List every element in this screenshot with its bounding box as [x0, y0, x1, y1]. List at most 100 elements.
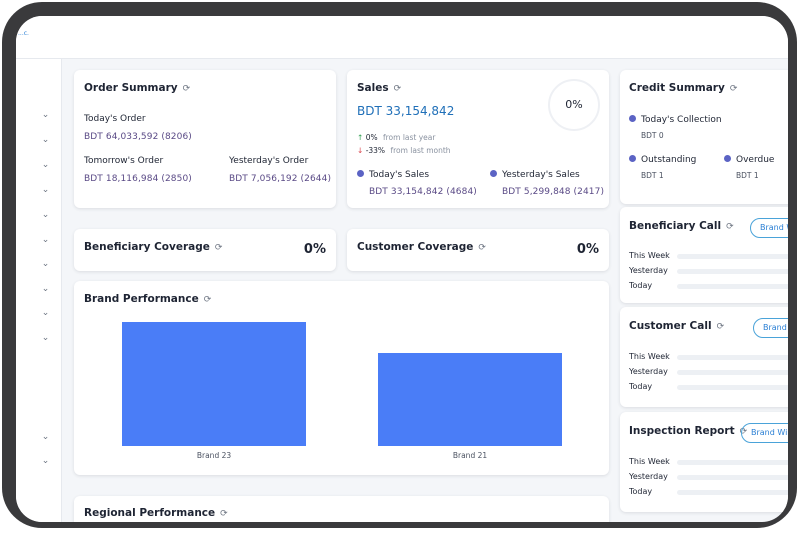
chevron-down-icon[interactable]: ⌄ — [41, 136, 50, 145]
beneficiary-coverage-value: 0% — [303, 242, 326, 257]
sales-progress-ring: 0% — [548, 79, 600, 131]
tomorrows-order-label: Tomorrow's Order — [84, 156, 164, 166]
progress-bar — [677, 460, 788, 465]
beneficiary-call-title: Beneficiary Call ⟳ — [629, 220, 734, 232]
refresh-icon[interactable]: ⟳ — [730, 84, 738, 94]
todays-order-label: Today's Order — [84, 114, 146, 124]
chart-category-label: Brand 21 — [452, 451, 488, 460]
refresh-icon[interactable]: ⟳ — [726, 222, 734, 232]
legend-dot — [629, 155, 636, 162]
yesterday-label: Yesterday — [629, 367, 668, 376]
legend-dot — [357, 170, 364, 177]
yesterday-label: Yesterday — [629, 266, 668, 275]
brand-filter-dropdown[interactable]: Brand W — [750, 218, 788, 238]
app-screen: ...c. ⌄ ⌄ ⌄ ⌄ ⌄ ⌄ ⌄ ⌄ ⌄ ⌄ ⌄ ⌄ Order Summ… — [16, 16, 788, 522]
chevron-down-icon[interactable]: ⌄ — [41, 111, 50, 120]
refresh-icon[interactable]: ⟳ — [183, 84, 191, 94]
top-bar: ...c. — [16, 16, 788, 59]
chevron-down-icon[interactable]: ⌄ — [41, 186, 50, 195]
chevron-down-icon[interactable]: ⌄ — [41, 260, 50, 269]
chart-category-label: Brand 23 — [196, 451, 232, 460]
progress-bar — [677, 284, 788, 289]
todays-sales-value: BDT 33,154,842 (4684) — [369, 187, 477, 197]
tomorrows-order-value: BDT 18,116,984 (2850) — [84, 174, 192, 184]
legend-dot — [629, 115, 636, 122]
sales-card: Sales ⟳ BDT 33,154,842 0% ↑ 0% from last … — [347, 70, 609, 208]
sales-total: BDT 33,154,842 — [357, 104, 455, 118]
arrow-down-icon: ↓ — [357, 146, 364, 155]
overdue-label: Overdue — [724, 155, 774, 165]
customer-coverage-value: 0% — [576, 242, 599, 257]
brand-filter-dropdown[interactable]: Brand — [753, 318, 788, 338]
progress-bar — [677, 254, 788, 259]
logo[interactable]: ...c. — [18, 30, 29, 37]
sales-title: Sales ⟳ — [357, 82, 402, 94]
this-week-label: This Week — [629, 457, 670, 466]
refresh-icon[interactable]: ⟳ — [478, 243, 486, 253]
tablet-frame: ...c. ⌄ ⌄ ⌄ ⌄ ⌄ ⌄ ⌄ ⌄ ⌄ ⌄ ⌄ ⌄ Order Summ… — [2, 2, 797, 528]
chevron-down-icon[interactable]: ⌄ — [41, 433, 50, 442]
regional-performance-card: Regional Performance ⟳ — [74, 496, 609, 522]
last-month-change: ↓ -33% from last month — [357, 146, 451, 155]
arrow-up-icon: ↑ — [357, 133, 364, 142]
outstanding-label: Outstanding — [629, 155, 696, 165]
credit-summary-title: Credit Summary ⟳ — [629, 82, 738, 94]
this-week-label: This Week — [629, 352, 670, 361]
refresh-icon[interactable]: ⟳ — [394, 84, 402, 94]
overdue-value: BDT 1 — [736, 171, 759, 180]
chart-bar[interactable] — [122, 322, 306, 446]
beneficiary-call-card: Beneficiary Call⟳ Brand W This Week Yest… — [620, 207, 788, 303]
customer-coverage-title: Customer Coverage ⟳ — [357, 241, 486, 253]
inspection-report-title: Inspection Report ⟳ — [629, 425, 748, 437]
brand-performance-chart: Brand 23 Brand 21 — [74, 281, 609, 475]
progress-bar — [677, 490, 788, 495]
beneficiary-coverage-card: Beneficiary Coverage ⟳ 0% — [74, 229, 336, 271]
order-summary-title: Order Summary ⟳ — [84, 82, 191, 94]
yesterday-label: Yesterday — [629, 472, 668, 481]
inspection-report-card: Inspection Report ⟳ Brand Wi This Week Ye… — [620, 412, 788, 512]
progress-bar — [677, 370, 788, 375]
today-label: Today — [629, 382, 653, 391]
todays-sales-label: Today's Sales — [357, 170, 429, 180]
credit-summary-card: Credit Summary ⟳ Today's Collection BDT 0… — [620, 70, 788, 204]
yesterdays-sales-label: Yesterday's Sales — [490, 170, 580, 180]
todays-order-value: BDT 64,033,592 (8206) — [84, 132, 192, 142]
brand-performance-card: Brand Performance ⟳ Brand 23 Brand 21 — [74, 281, 609, 475]
chevron-down-icon[interactable]: ⌄ — [41, 334, 50, 343]
brand-filter-dropdown[interactable]: Brand Wi — [741, 423, 788, 443]
customer-call-title: Customer Call ⟳ — [629, 320, 725, 332]
legend-dot — [724, 155, 731, 162]
sales-ring-percent: 0% — [565, 98, 583, 111]
regional-performance-title: Regional Performance ⟳ — [84, 507, 228, 519]
chevron-down-icon[interactable]: ⌄ — [41, 285, 50, 294]
this-week-label: This Week — [629, 251, 670, 260]
progress-bar — [677, 355, 788, 360]
refresh-icon[interactable]: ⟳ — [220, 509, 228, 519]
beneficiary-coverage-title: Beneficiary Coverage ⟳ — [84, 241, 223, 253]
yesterdays-sales-value: BDT 5,299,848 (2417) — [502, 187, 605, 197]
sidebar: ⌄ ⌄ ⌄ ⌄ ⌄ ⌄ ⌄ ⌄ ⌄ ⌄ ⌄ ⌄ — [16, 59, 62, 522]
refresh-icon[interactable]: ⟳ — [215, 243, 223, 253]
yesterdays-order-label: Yesterday's Order — [229, 156, 309, 166]
last-year-change: ↑ 0% from last year — [357, 133, 436, 142]
today-label: Today — [629, 487, 653, 496]
outstanding-value: BDT 1 — [641, 171, 664, 180]
customer-call-card: Customer Call ⟳ Brand This Week Yesterday… — [620, 307, 788, 407]
todays-collection-value: BDT 0 — [641, 131, 664, 140]
chevron-down-icon[interactable]: ⌄ — [41, 457, 50, 466]
progress-bar — [677, 475, 788, 480]
chevron-down-icon[interactable]: ⌄ — [41, 309, 50, 318]
customer-coverage-card: Customer Coverage ⟳ 0% — [347, 229, 609, 271]
progress-bar — [677, 385, 788, 390]
today-label: Today — [629, 281, 653, 290]
chart-bar[interactable] — [378, 353, 562, 446]
refresh-icon[interactable]: ⟳ — [717, 322, 725, 332]
chevron-down-icon[interactable]: ⌄ — [41, 236, 50, 245]
yesterdays-order-value: BDT 7,056,192 (2644) — [229, 174, 332, 184]
legend-dot — [490, 170, 497, 177]
chevron-down-icon[interactable]: ⌄ — [41, 211, 50, 220]
chevron-down-icon[interactable]: ⌄ — [41, 161, 50, 170]
order-summary-card: Order Summary ⟳ Today's Order BDT 64,033,… — [74, 70, 336, 208]
progress-bar — [677, 269, 788, 274]
todays-collection-label: Today's Collection — [629, 115, 722, 125]
